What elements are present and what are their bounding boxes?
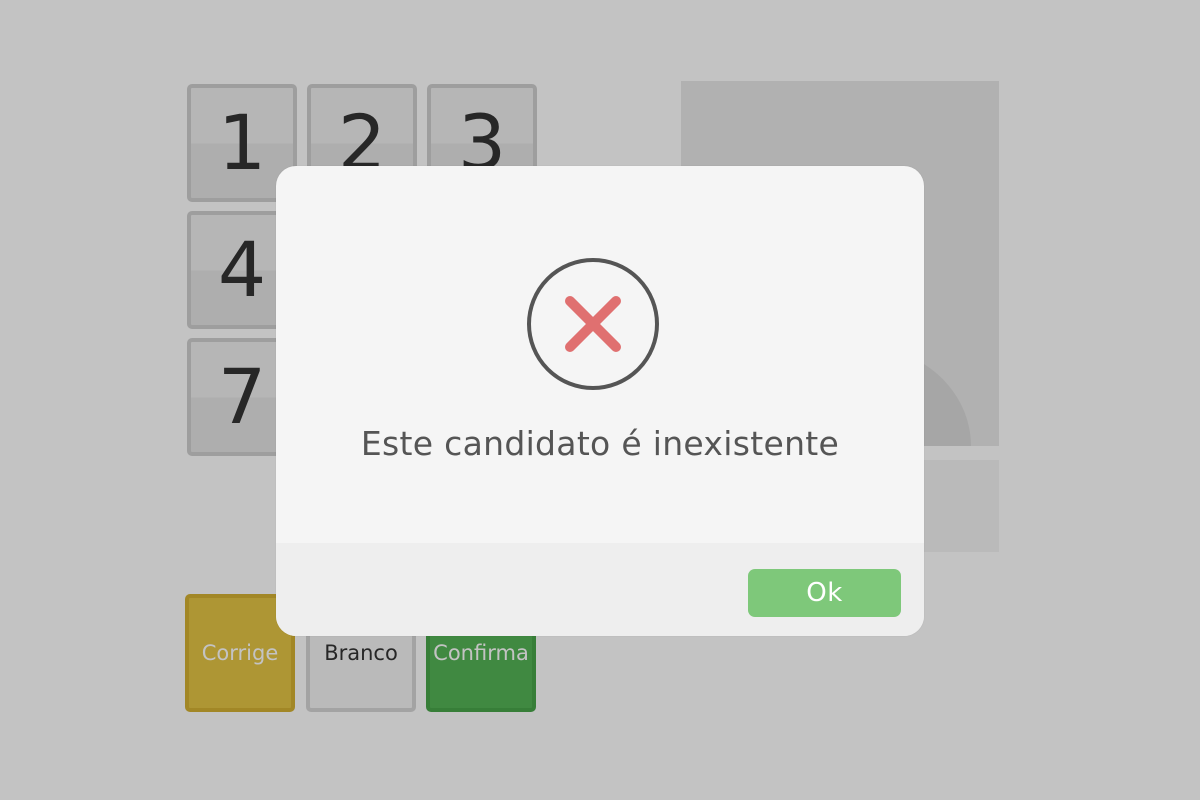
dialog-message: Este candidato é inexistente — [360, 424, 840, 463]
dialog-footer: Ok — [276, 543, 924, 636]
ok-button[interactable]: Ok — [748, 569, 901, 617]
error-x-icon — [527, 258, 659, 390]
error-dialog: Este candidato é inexistente Ok — [276, 166, 924, 636]
